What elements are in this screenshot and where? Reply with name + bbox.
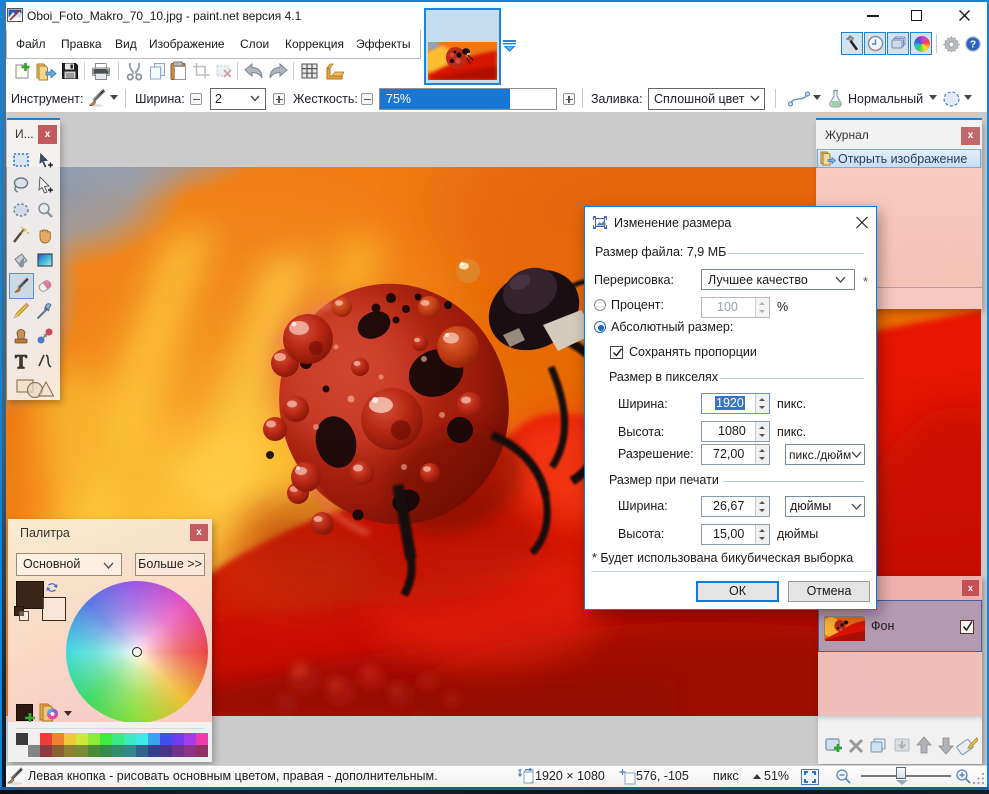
svg-text:?: ? xyxy=(970,40,976,51)
